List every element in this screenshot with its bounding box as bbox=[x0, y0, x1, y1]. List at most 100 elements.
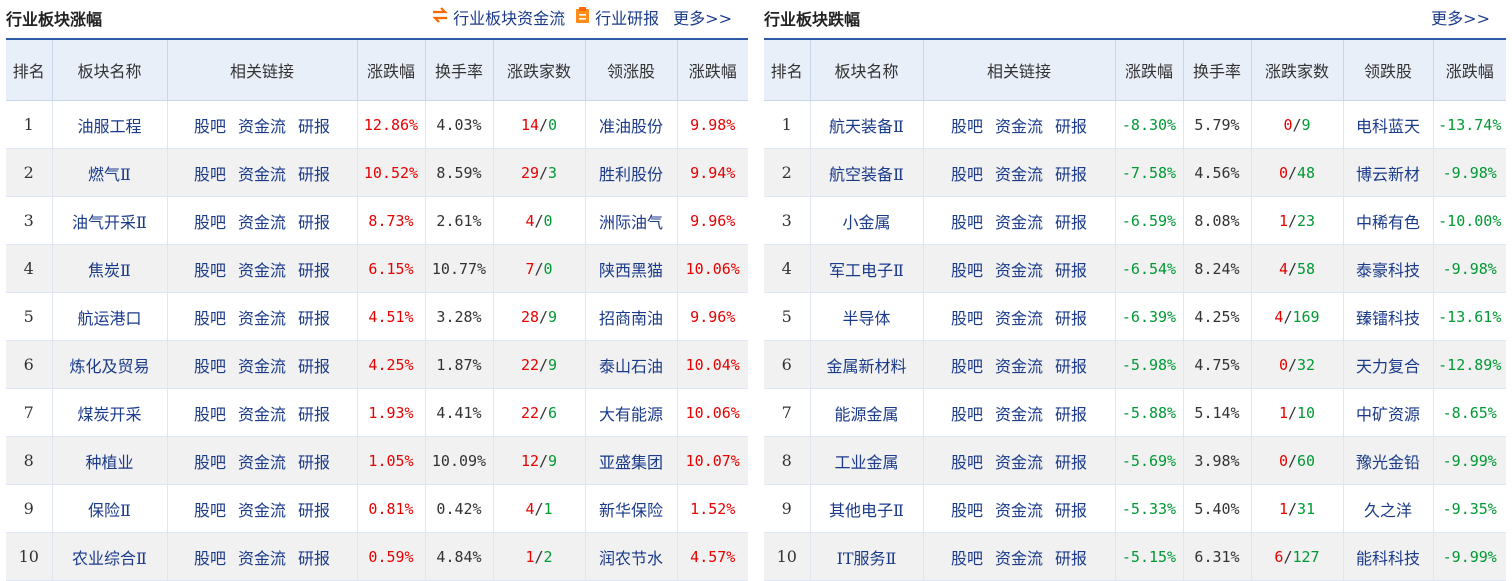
guba-link[interactable]: 股吧 bbox=[194, 549, 226, 568]
fund-flow-link[interactable]: 资金流 bbox=[238, 453, 286, 472]
report-link[interactable]: 研报 bbox=[1055, 549, 1087, 568]
guba-link[interactable]: 股吧 bbox=[951, 213, 983, 232]
guba-link[interactable]: 股吧 bbox=[194, 165, 226, 184]
sector-name-link[interactable]: 航空装备Ⅱ bbox=[829, 165, 904, 184]
sector-name-link[interactable]: 金属新材料 bbox=[826, 357, 906, 376]
sector-name-link[interactable]: 工业金属 bbox=[834, 453, 898, 472]
report-link[interactable]: 研报 bbox=[1055, 309, 1087, 328]
report-link[interactable]: 研报 bbox=[1055, 117, 1087, 136]
fund-flow-link[interactable]: 资金流 bbox=[995, 549, 1043, 568]
fund-flow-link[interactable]: 资金流 bbox=[238, 117, 286, 136]
sector-name-link[interactable]: 煤炭开采 bbox=[77, 405, 141, 424]
leading-stock-link[interactable]: 陕西黑猫 bbox=[599, 261, 663, 280]
report-link[interactable]: 研报 bbox=[298, 213, 330, 232]
report-link[interactable]: 研报 bbox=[298, 261, 330, 280]
sector-name-link[interactable]: 军工电子Ⅱ bbox=[829, 261, 904, 280]
leading-stock-link[interactable]: 泰山石油 bbox=[599, 357, 663, 376]
report-link[interactable]: 研报 bbox=[1055, 261, 1087, 280]
sector-report-link[interactable]: 行业研报 bbox=[575, 5, 659, 29]
fund-flow-link[interactable]: 资金流 bbox=[238, 165, 286, 184]
fund-flow-link[interactable]: 资金流 bbox=[238, 549, 286, 568]
report-link[interactable]: 研报 bbox=[298, 165, 330, 184]
report-link[interactable]: 研报 bbox=[298, 309, 330, 328]
guba-link[interactable]: 股吧 bbox=[194, 501, 226, 520]
fund-flow-link[interactable]: 资金流 bbox=[238, 357, 286, 376]
fund-flow-link[interactable]: 资金流 bbox=[995, 357, 1043, 376]
losers-more-link[interactable]: 更多>> bbox=[1431, 5, 1490, 29]
fund-flow-link[interactable]: 资金流 bbox=[238, 213, 286, 232]
sector-name-link[interactable]: 油气开采Ⅱ bbox=[72, 213, 147, 232]
sector-name-link[interactable]: 保险Ⅱ bbox=[88, 501, 131, 520]
leading-stock-link[interactable]: 中稀有色 bbox=[1356, 213, 1420, 232]
report-link[interactable]: 研报 bbox=[1055, 213, 1087, 232]
guba-link[interactable]: 股吧 bbox=[951, 261, 983, 280]
sector-name-link[interactable]: IT服务Ⅱ bbox=[837, 549, 897, 568]
guba-link[interactable]: 股吧 bbox=[194, 213, 226, 232]
leading-stock-link[interactable]: 洲际油气 bbox=[599, 213, 663, 232]
leading-stock-link[interactable]: 准油股份 bbox=[599, 117, 663, 136]
guba-link[interactable]: 股吧 bbox=[951, 357, 983, 376]
guba-link[interactable]: 股吧 bbox=[194, 453, 226, 472]
sector-name-link[interactable]: 种植业 bbox=[85, 453, 133, 472]
report-link[interactable]: 研报 bbox=[298, 405, 330, 424]
guba-link[interactable]: 股吧 bbox=[951, 309, 983, 328]
report-link[interactable]: 研报 bbox=[298, 501, 330, 520]
gainers-more-link[interactable]: 更多>> bbox=[673, 5, 732, 29]
report-link[interactable]: 研报 bbox=[1055, 165, 1087, 184]
guba-link[interactable]: 股吧 bbox=[951, 405, 983, 424]
leading-stock-link[interactable]: 大有能源 bbox=[599, 405, 663, 424]
leading-stock-link[interactable]: 泰豪科技 bbox=[1356, 261, 1420, 280]
leading-stock-link[interactable]: 中矿资源 bbox=[1356, 405, 1420, 424]
report-link[interactable]: 研报 bbox=[298, 357, 330, 376]
fund-flow-link[interactable]: 资金流 bbox=[995, 309, 1043, 328]
guba-link[interactable]: 股吧 bbox=[194, 117, 226, 136]
leading-stock-link[interactable]: 博云新材 bbox=[1356, 165, 1420, 184]
report-link[interactable]: 研报 bbox=[1055, 453, 1087, 472]
sector-name-link[interactable]: 能源金属 bbox=[834, 405, 898, 424]
guba-link[interactable]: 股吧 bbox=[951, 549, 983, 568]
sector-name-link[interactable]: 小金属 bbox=[842, 213, 890, 232]
fund-flow-link[interactable]: 资金流 bbox=[995, 117, 1043, 136]
fund-flow-link[interactable]: 资金流 bbox=[238, 405, 286, 424]
guba-link[interactable]: 股吧 bbox=[194, 357, 226, 376]
leading-stock-link[interactable]: 胜利股份 bbox=[599, 165, 663, 184]
fund-flow-link[interactable]: 资金流 bbox=[995, 453, 1043, 472]
sector-name-link[interactable]: 燃气Ⅱ bbox=[88, 165, 131, 184]
leading-stock-link[interactable]: 豫光金铅 bbox=[1356, 453, 1420, 472]
report-link[interactable]: 研报 bbox=[1055, 357, 1087, 376]
leading-stock-link[interactable]: 亚盛集团 bbox=[599, 453, 663, 472]
fund-flow-link[interactable]: 资金流 bbox=[238, 309, 286, 328]
report-link[interactable]: 研报 bbox=[1055, 501, 1087, 520]
leading-stock-link[interactable]: 能科科技 bbox=[1356, 549, 1420, 568]
sector-name-link[interactable]: 油服工程 bbox=[77, 117, 141, 136]
sector-name-link[interactable]: 半导体 bbox=[842, 309, 890, 328]
sector-name-link[interactable]: 焦炭Ⅱ bbox=[88, 261, 131, 280]
leading-stock-link[interactable]: 臻镭科技 bbox=[1356, 309, 1420, 328]
leading-stock-link[interactable]: 电科蓝天 bbox=[1356, 117, 1420, 136]
sector-name-link[interactable]: 农业综合Ⅱ bbox=[72, 549, 147, 568]
guba-link[interactable]: 股吧 bbox=[194, 405, 226, 424]
sector-name-link[interactable]: 炼化及贸易 bbox=[69, 357, 149, 376]
leading-stock-link[interactable]: 久之洋 bbox=[1364, 501, 1412, 520]
fund-flow-link[interactable]: 资金流 bbox=[995, 213, 1043, 232]
guba-link[interactable]: 股吧 bbox=[194, 261, 226, 280]
leading-stock-link[interactable]: 招商南油 bbox=[599, 309, 663, 328]
guba-link[interactable]: 股吧 bbox=[951, 117, 983, 136]
sector-name-link[interactable]: 航天装备Ⅱ bbox=[829, 117, 904, 136]
sector-name-link[interactable]: 航运港口 bbox=[77, 309, 141, 328]
leading-stock-link[interactable]: 润农节水 bbox=[599, 549, 663, 568]
guba-link[interactable]: 股吧 bbox=[951, 453, 983, 472]
report-link[interactable]: 研报 bbox=[1055, 405, 1087, 424]
leading-stock-link[interactable]: 新华保险 bbox=[599, 501, 663, 520]
report-link[interactable]: 研报 bbox=[298, 453, 330, 472]
sector-name-link[interactable]: 其他电子Ⅱ bbox=[829, 501, 904, 520]
guba-link[interactable]: 股吧 bbox=[951, 501, 983, 520]
fund-flow-link[interactable]: 资金流 bbox=[238, 261, 286, 280]
guba-link[interactable]: 股吧 bbox=[194, 309, 226, 328]
fund-flow-link[interactable]: 资金流 bbox=[995, 501, 1043, 520]
report-link[interactable]: 研报 bbox=[298, 549, 330, 568]
leading-stock-link[interactable]: 天力复合 bbox=[1356, 357, 1420, 376]
report-link[interactable]: 研报 bbox=[298, 117, 330, 136]
fund-flow-link[interactable]: 资金流 bbox=[995, 165, 1043, 184]
guba-link[interactable]: 股吧 bbox=[951, 165, 983, 184]
